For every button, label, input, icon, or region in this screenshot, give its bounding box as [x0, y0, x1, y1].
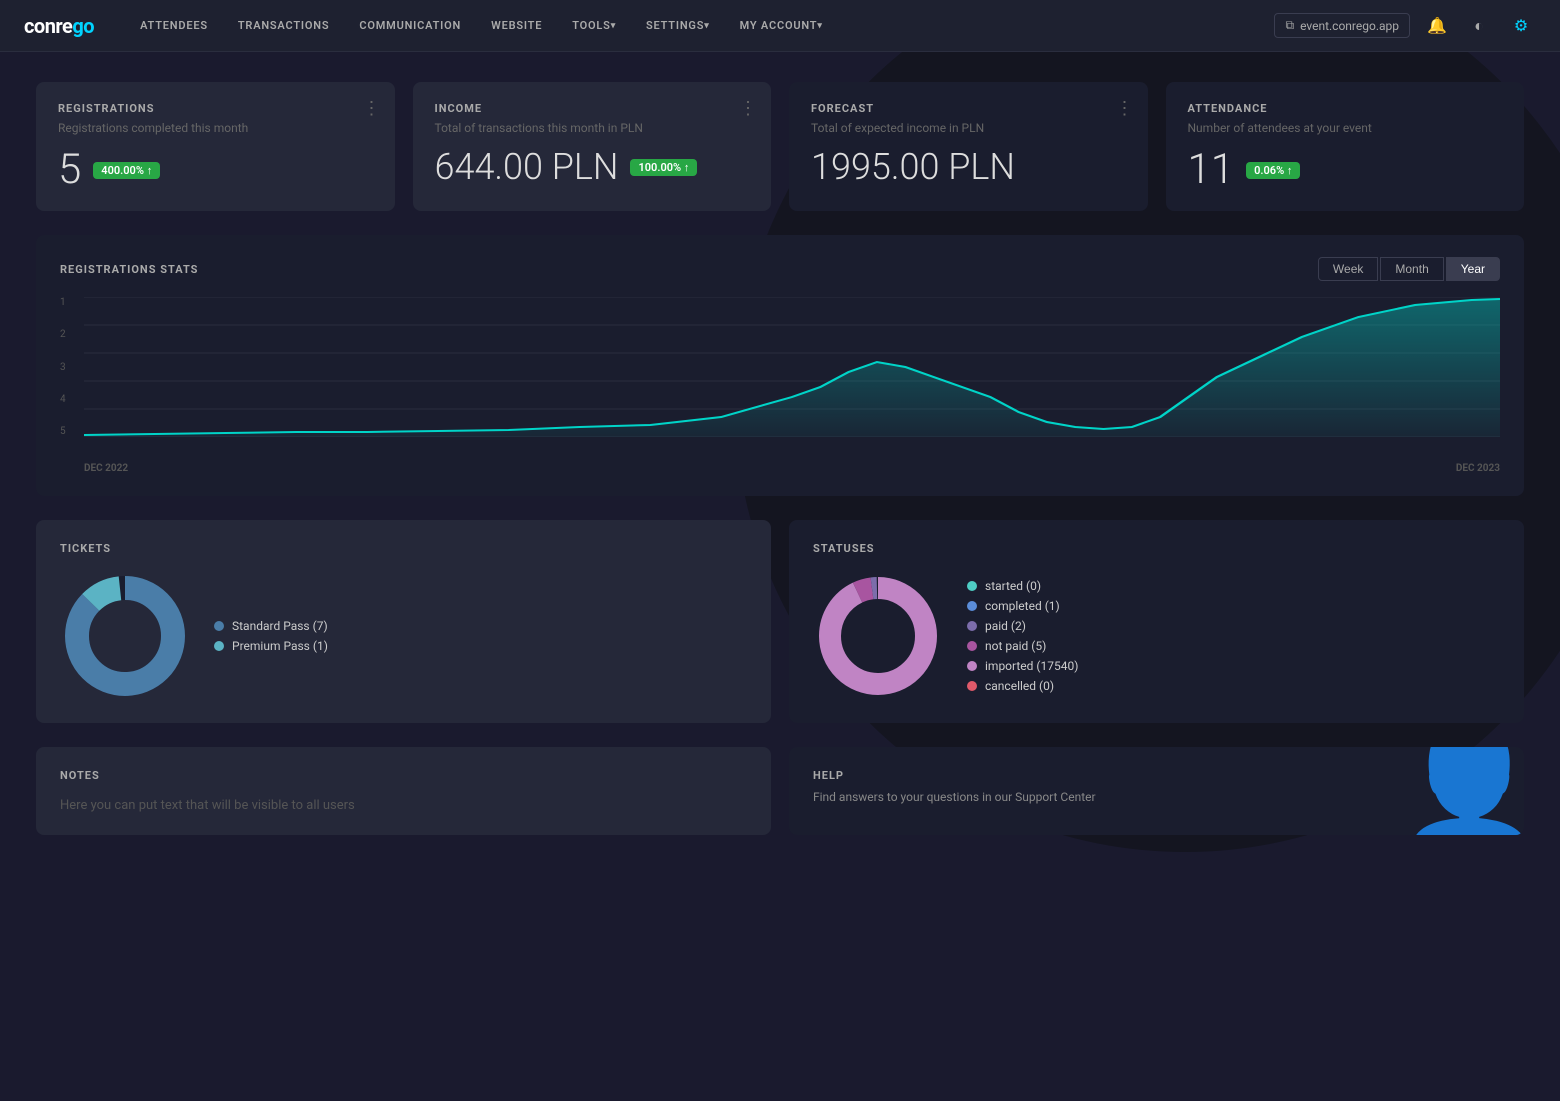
- tickets-label-0: Standard Pass (7): [232, 619, 328, 633]
- attendance-subtitle: Number of attendees at your event: [1188, 121, 1503, 135]
- attendance-badge: 0.06% ↑: [1246, 162, 1300, 179]
- forecast-title: FORECAST: [811, 102, 1126, 115]
- external-link[interactable]: ⧉ event.conrego.app: [1274, 13, 1410, 38]
- week-button[interactable]: Week: [1318, 257, 1378, 281]
- statuses-dot-4: [967, 661, 977, 671]
- statuses-section: STATUSES started (0): [789, 520, 1524, 723]
- chart-y-labels: 5 4 3 2 1: [60, 297, 66, 457]
- nav-settings[interactable]: SETTINGS: [632, 0, 724, 52]
- logo[interactable]: conrego: [24, 14, 94, 38]
- nav-communication[interactable]: COMMUNICATION: [345, 0, 475, 52]
- statuses-legend-item-2: paid (2): [967, 619, 1078, 633]
- external-link-icon: ⧉: [1285, 18, 1294, 33]
- statuses-legend-item-0: started (0): [967, 579, 1078, 593]
- user-settings-button[interactable]: ⚙: [1506, 11, 1536, 41]
- tickets-dot-1: [214, 641, 224, 651]
- income-subtitle: Total of transactions this month in PLN: [435, 121, 750, 135]
- statuses-label-3: not paid (5): [985, 639, 1046, 653]
- tickets-legend-item-0: Standard Pass (7): [214, 619, 328, 633]
- main-content: ⋮ REGISTRATIONS Registrations completed …: [0, 52, 1560, 889]
- nav-attendees[interactable]: ATTENDEES: [126, 0, 222, 52]
- tickets-title: TICKETS: [60, 542, 747, 555]
- statuses-dot-1: [967, 601, 977, 611]
- income-card: ⋮ INCOME Total of transactions this mont…: [413, 82, 772, 211]
- chart-x-start: DEC 2022: [84, 463, 128, 474]
- nav-website[interactable]: WEBSITE: [477, 0, 556, 52]
- notifications-button[interactable]: 🔔: [1422, 11, 1452, 41]
- last-row: NOTES Here you can put text that will be…: [36, 747, 1524, 859]
- attendance-value: 11 0.06% ↑: [1188, 149, 1503, 191]
- registrations-menu-button[interactable]: ⋮: [363, 98, 381, 119]
- registrations-badge: 400.00% ↑: [93, 162, 160, 179]
- time-buttons: Week Month Year: [1318, 257, 1500, 281]
- statuses-donut-chart: [813, 571, 943, 701]
- bottom-row: TICKETS Standard Pass (7) Pr: [36, 520, 1524, 723]
- external-link-text: event.conrego.app: [1300, 19, 1399, 33]
- statuses-label-2: paid (2): [985, 619, 1026, 633]
- statuses-dot-3: [967, 641, 977, 651]
- statuses-title: STATUSES: [813, 542, 1500, 555]
- tickets-donut-chart: [60, 571, 190, 701]
- attendance-card: ATTENDANCE Number of attendees at your e…: [1166, 82, 1525, 211]
- nav-tools[interactable]: TOOLS: [558, 0, 630, 52]
- tickets-section: TICKETS Standard Pass (7) Pr: [36, 520, 771, 723]
- logo-accent: go: [72, 14, 94, 38]
- stats-header: REGISTRATIONS STATS Week Month Year: [60, 257, 1500, 281]
- help-subtitle: Find answers to your questions in our Su…: [813, 790, 1500, 804]
- statuses-legend-item-1: completed (1): [967, 599, 1078, 613]
- income-value: 644.00 PLN 100.00% ↑: [435, 149, 750, 185]
- forecast-menu-button[interactable]: ⋮: [1116, 98, 1134, 119]
- income-badge: 100.00% ↑: [630, 159, 697, 176]
- statuses-dot-5: [967, 681, 977, 691]
- statuses-donut-row: started (0) completed (1) paid (2) not p…: [813, 571, 1500, 701]
- forecast-subtitle: Total of expected income in PLN: [811, 121, 1126, 135]
- tickets-legend-item-1: Premium Pass (1): [214, 639, 328, 653]
- help-title: HELP: [813, 769, 1500, 782]
- help-section: HELP Find answers to your questions in o…: [789, 747, 1524, 835]
- forecast-card: ⋮ FORECAST Total of expected income in P…: [789, 82, 1148, 211]
- nav-my-account[interactable]: MY ACCOUNT: [726, 0, 837, 52]
- tickets-label-1: Premium Pass (1): [232, 639, 328, 653]
- registrations-card: ⋮ REGISTRATIONS Registrations completed …: [36, 82, 395, 211]
- statuses-dot-2: [967, 621, 977, 631]
- statuses-label-4: imported (17540): [985, 659, 1078, 673]
- tickets-legend: Standard Pass (7) Premium Pass (1): [214, 619, 328, 653]
- navbar: conrego ATTENDEES TRANSACTIONS COMMUNICA…: [0, 0, 1560, 52]
- statuses-legend: started (0) completed (1) paid (2) not p…: [967, 579, 1078, 693]
- notes-placeholder: Here you can put text that will be visib…: [60, 798, 747, 813]
- registrations-subtitle: Registrations completed this month: [58, 121, 373, 135]
- statuses-label-0: started (0): [985, 579, 1041, 593]
- notes-title: NOTES: [60, 769, 747, 782]
- registrations-title: REGISTRATIONS: [58, 102, 373, 115]
- registrations-value: 5 400.00% ↑: [58, 149, 373, 191]
- statuses-label-1: completed (1): [985, 599, 1060, 613]
- forecast-value: 1995.00 PLN: [811, 149, 1126, 185]
- stats-title: REGISTRATIONS STATS: [60, 263, 198, 276]
- statuses-legend-item-3: not paid (5): [967, 639, 1078, 653]
- notes-section: NOTES Here you can put text that will be…: [36, 747, 771, 835]
- chart-svg: [84, 297, 1500, 437]
- dark-mode-button[interactable]: ◐: [1464, 11, 1494, 41]
- statuses-label-5: cancelled (0): [985, 679, 1054, 693]
- year-button[interactable]: Year: [1446, 257, 1500, 281]
- attendance-title: ATTENDANCE: [1188, 102, 1503, 115]
- statuses-dot-0: [967, 581, 977, 591]
- chart-area: [84, 297, 1500, 437]
- nav-right: ⧉ event.conrego.app 🔔 ◐ ⚙: [1274, 11, 1536, 41]
- month-button[interactable]: Month: [1380, 257, 1443, 281]
- income-menu-button[interactable]: ⋮: [739, 98, 757, 119]
- tickets-dot-0: [214, 621, 224, 631]
- nav-transactions[interactable]: TRANSACTIONS: [224, 0, 344, 52]
- nav-links: ATTENDEES TRANSACTIONS COMMUNICATION WEB…: [126, 0, 1274, 52]
- logo-text: conrego: [24, 14, 94, 38]
- statuses-legend-item-5: cancelled (0): [967, 679, 1078, 693]
- chart-x-labels: DEC 2022 DEC 2023: [60, 463, 1500, 474]
- income-title: INCOME: [435, 102, 750, 115]
- chart-x-end: DEC 2023: [1456, 463, 1500, 474]
- cards-row: ⋮ REGISTRATIONS Registrations completed …: [36, 82, 1524, 211]
- chart-container: 5 4 3 2 1: [60, 297, 1500, 457]
- statuses-legend-item-4: imported (17540): [967, 659, 1078, 673]
- stats-section: REGISTRATIONS STATS Week Month Year 5 4 …: [36, 235, 1524, 496]
- tickets-donut-row: Standard Pass (7) Premium Pass (1): [60, 571, 747, 701]
